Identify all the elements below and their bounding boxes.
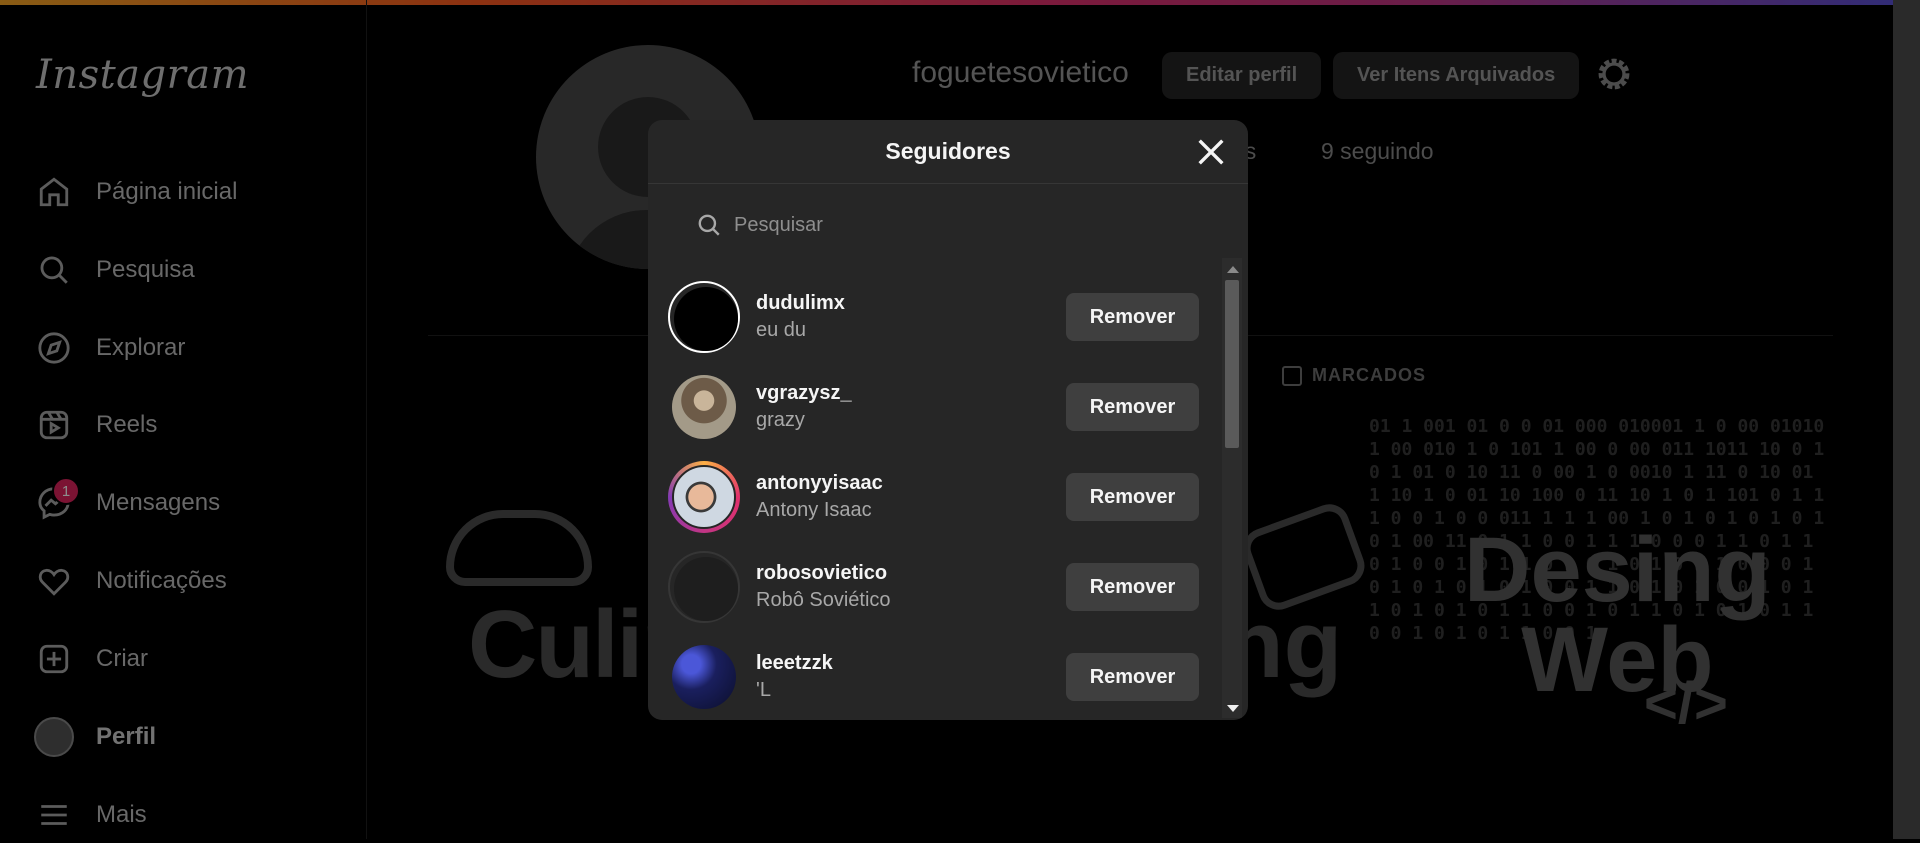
remove-button[interactable]: Remover [1066, 293, 1199, 341]
avatar-story-ring[interactable] [668, 461, 740, 533]
list-item: leeetzzk 'L Remover [668, 632, 1223, 720]
scroll-up-arrow[interactable] [1227, 266, 1239, 273]
list-item: dudulimx eu du Remover [668, 272, 1223, 362]
list-scrollbar[interactable] [1222, 258, 1242, 718]
follower-username[interactable]: vgrazysz_ [756, 382, 1056, 405]
follower-username[interactable]: dudulimx [756, 292, 1056, 315]
follower-username[interactable]: antonyyisaac [756, 472, 1056, 495]
search-icon [698, 214, 720, 236]
search-input[interactable] [732, 212, 1176, 238]
avatar[interactable] [668, 281, 740, 353]
search-bar [696, 205, 1196, 245]
remove-button[interactable]: Remover [1066, 473, 1199, 521]
follower-username[interactable]: leeetzzk [756, 652, 1056, 675]
follower-name: eu du [756, 319, 807, 341]
avatar[interactable] [668, 371, 740, 443]
scroll-thumb[interactable] [1225, 280, 1239, 448]
follower-username[interactable]: robosovietico [756, 562, 1056, 585]
follower-name: 'L [756, 679, 771, 701]
avatar[interactable] [668, 641, 740, 713]
follower-name: Robô Soviético [756, 589, 891, 611]
list-item: vgrazysz_grazy Remover [668, 362, 1223, 452]
followers-modal: Seguidores dudulimx eu du Remover vgrazys… [648, 120, 1248, 720]
followers-list: dudulimx eu du Remover vgrazysz_grazy Rem… [648, 260, 1223, 720]
list-item: robosovietico Robô Soviético Remover [668, 542, 1223, 632]
modal-header: Seguidores [648, 120, 1248, 184]
avatar[interactable] [668, 551, 740, 623]
remove-button[interactable]: Remover [1066, 563, 1199, 611]
follower-name: Antony Isaac [756, 499, 872, 521]
list-item: antonyyisaac Antony Isaac Remover [668, 452, 1223, 542]
remove-button[interactable]: Remover [1066, 653, 1199, 701]
scroll-down-arrow[interactable] [1227, 705, 1239, 712]
remove-button[interactable]: Remover [1066, 383, 1199, 431]
page-scrollbar[interactable] [1893, 0, 1920, 839]
modal-title: Seguidores [885, 138, 1011, 164]
close-icon[interactable] [1194, 135, 1228, 169]
follower-name: grazy [756, 409, 805, 431]
